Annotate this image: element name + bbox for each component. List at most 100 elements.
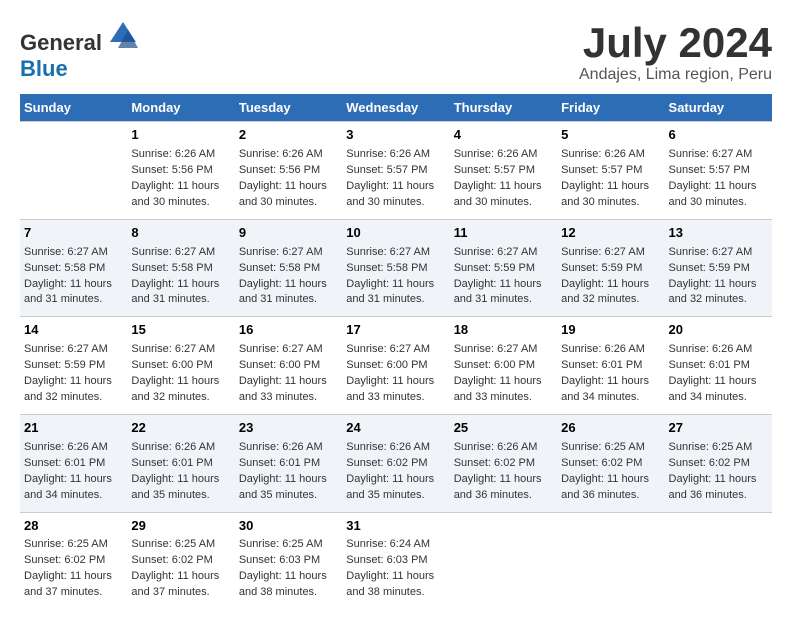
cell-info: Sunrise: 6:26 AMSunset: 5:56 PMDaylight:… — [239, 148, 327, 208]
day-number: 23 — [239, 419, 338, 438]
cell-info: Sunrise: 6:27 AMSunset: 6:00 PMDaylight:… — [131, 343, 219, 403]
calendar-cell: 8 Sunrise: 6:27 AMSunset: 5:58 PMDaylight… — [127, 219, 234, 317]
cell-info: Sunrise: 6:26 AMSunset: 6:01 PMDaylight:… — [239, 441, 327, 501]
header-day: Tuesday — [235, 94, 342, 122]
day-number: 6 — [669, 126, 768, 145]
day-number: 2 — [239, 126, 338, 145]
day-number: 29 — [131, 517, 230, 536]
day-number: 25 — [454, 419, 553, 438]
cell-info: Sunrise: 6:26 AMSunset: 6:01 PMDaylight:… — [24, 441, 112, 501]
day-number: 15 — [131, 321, 230, 340]
calendar-cell: 24 Sunrise: 6:26 AMSunset: 6:02 PMDayligh… — [342, 414, 449, 512]
day-number: 27 — [669, 419, 768, 438]
calendar-cell: 28 Sunrise: 6:25 AMSunset: 6:02 PMDayligh… — [20, 512, 127, 609]
cell-info: Sunrise: 6:26 AMSunset: 5:57 PMDaylight:… — [346, 148, 434, 208]
calendar-cell — [450, 512, 557, 609]
cell-info: Sunrise: 6:26 AMSunset: 6:01 PMDaylight:… — [561, 343, 649, 403]
cell-info: Sunrise: 6:25 AMSunset: 6:02 PMDaylight:… — [669, 441, 757, 501]
calendar-cell: 6 Sunrise: 6:27 AMSunset: 5:57 PMDaylight… — [665, 122, 772, 220]
header-row: SundayMondayTuesdayWednesdayThursdayFrid… — [20, 94, 772, 122]
header-day: Monday — [127, 94, 234, 122]
day-number: 14 — [24, 321, 123, 340]
cell-info: Sunrise: 6:27 AMSunset: 5:59 PMDaylight:… — [561, 246, 649, 306]
day-number: 7 — [24, 224, 123, 243]
day-number: 26 — [561, 419, 660, 438]
day-number: 10 — [346, 224, 445, 243]
week-row: 7 Sunrise: 6:27 AMSunset: 5:58 PMDaylight… — [20, 219, 772, 317]
logo: General Blue — [20, 20, 138, 82]
day-number: 30 — [239, 517, 338, 536]
day-number: 16 — [239, 321, 338, 340]
week-row: 14 Sunrise: 6:27 AMSunset: 5:59 PMDayligh… — [20, 317, 772, 415]
day-number: 8 — [131, 224, 230, 243]
calendar-cell: 7 Sunrise: 6:27 AMSunset: 5:58 PMDaylight… — [20, 219, 127, 317]
day-number: 9 — [239, 224, 338, 243]
cell-info: Sunrise: 6:27 AMSunset: 5:58 PMDaylight:… — [346, 246, 434, 306]
cell-info: Sunrise: 6:26 AMSunset: 5:57 PMDaylight:… — [454, 148, 542, 208]
cell-info: Sunrise: 6:27 AMSunset: 5:58 PMDaylight:… — [239, 246, 327, 306]
calendar-cell: 14 Sunrise: 6:27 AMSunset: 5:59 PMDayligh… — [20, 317, 127, 415]
header-day: Saturday — [665, 94, 772, 122]
calendar-cell: 1 Sunrise: 6:26 AMSunset: 5:56 PMDaylight… — [127, 122, 234, 220]
week-row: 21 Sunrise: 6:26 AMSunset: 6:01 PMDayligh… — [20, 414, 772, 512]
cell-info: Sunrise: 6:27 AMSunset: 5:59 PMDaylight:… — [669, 246, 757, 306]
header-day: Wednesday — [342, 94, 449, 122]
logo-text: General Blue — [20, 20, 138, 82]
cell-info: Sunrise: 6:25 AMSunset: 6:02 PMDaylight:… — [131, 538, 219, 598]
calendar-cell: 4Sunrise: 6:26 AMSunset: 5:57 PMDaylight… — [450, 122, 557, 220]
day-number: 20 — [669, 321, 768, 340]
calendar-cell: 26Sunrise: 6:25 AMSunset: 6:02 PMDayligh… — [557, 414, 664, 512]
day-number: 28 — [24, 517, 123, 536]
day-number: 21 — [24, 419, 123, 438]
cell-info: Sunrise: 6:27 AMSunset: 5:58 PMDaylight:… — [131, 246, 219, 306]
main-title: July 2024 — [579, 20, 772, 66]
week-row: 1 Sunrise: 6:26 AMSunset: 5:56 PMDaylight… — [20, 122, 772, 220]
day-number: 5 — [561, 126, 660, 145]
calendar-cell: 18Sunrise: 6:27 AMSunset: 6:00 PMDayligh… — [450, 317, 557, 415]
cell-info: Sunrise: 6:27 AMSunset: 6:00 PMDaylight:… — [239, 343, 327, 403]
cell-info: Sunrise: 6:24 AMSunset: 6:03 PMDaylight:… — [346, 538, 434, 598]
logo-icon — [108, 20, 138, 50]
calendar-cell: 15 Sunrise: 6:27 AMSunset: 6:00 PMDayligh… — [127, 317, 234, 415]
day-number: 18 — [454, 321, 553, 340]
day-number: 19 — [561, 321, 660, 340]
day-number: 31 — [346, 517, 445, 536]
page-header: General Blue July 2024 Andajes, Lima reg… — [20, 20, 772, 84]
calendar-cell: 13 Sunrise: 6:27 AMSunset: 5:59 PMDayligh… — [665, 219, 772, 317]
day-number: 13 — [669, 224, 768, 243]
week-row: 28 Sunrise: 6:25 AMSunset: 6:02 PMDayligh… — [20, 512, 772, 609]
cell-info: Sunrise: 6:26 AMSunset: 6:02 PMDaylight:… — [454, 441, 542, 501]
cell-info: Sunrise: 6:26 AMSunset: 5:56 PMDaylight:… — [131, 148, 219, 208]
cell-info: Sunrise: 6:25 AMSunset: 6:03 PMDaylight:… — [239, 538, 327, 598]
title-block: July 2024 Andajes, Lima region, Peru — [579, 20, 772, 84]
calendar-cell: 21 Sunrise: 6:26 AMSunset: 6:01 PMDayligh… — [20, 414, 127, 512]
cell-info: Sunrise: 6:25 AMSunset: 6:02 PMDaylight:… — [24, 538, 112, 598]
header-day: Thursday — [450, 94, 557, 122]
calendar-cell: 2 Sunrise: 6:26 AMSunset: 5:56 PMDaylight… — [235, 122, 342, 220]
day-number: 24 — [346, 419, 445, 438]
day-number: 1 — [131, 126, 230, 145]
day-number: 11 — [454, 224, 553, 243]
calendar-cell: 11Sunrise: 6:27 AMSunset: 5:59 PMDayligh… — [450, 219, 557, 317]
cell-info: Sunrise: 6:27 AMSunset: 5:58 PMDaylight:… — [24, 246, 112, 306]
calendar-cell: 16 Sunrise: 6:27 AMSunset: 6:00 PMDayligh… — [235, 317, 342, 415]
day-number: 22 — [131, 419, 230, 438]
calendar-cell: 20Sunrise: 6:26 AMSunset: 6:01 PMDayligh… — [665, 317, 772, 415]
cell-info: Sunrise: 6:27 AMSunset: 5:59 PMDaylight:… — [24, 343, 112, 403]
cell-info: Sunrise: 6:27 AMSunset: 6:00 PMDaylight:… — [346, 343, 434, 403]
calendar-cell: 12 Sunrise: 6:27 AMSunset: 5:59 PMDayligh… — [557, 219, 664, 317]
calendar-cell: 27 Sunrise: 6:25 AMSunset: 6:02 PMDayligh… — [665, 414, 772, 512]
header-day: Friday — [557, 94, 664, 122]
calendar-cell: 3 Sunrise: 6:26 AMSunset: 5:57 PMDaylight… — [342, 122, 449, 220]
calendar-cell: 5Sunrise: 6:26 AMSunset: 5:57 PMDaylight… — [557, 122, 664, 220]
cell-info: Sunrise: 6:27 AMSunset: 5:57 PMDaylight:… — [669, 148, 757, 208]
calendar-cell: 17 Sunrise: 6:27 AMSunset: 6:00 PMDayligh… — [342, 317, 449, 415]
day-number: 12 — [561, 224, 660, 243]
cell-info: Sunrise: 6:26 AMSunset: 6:02 PMDaylight:… — [346, 441, 434, 501]
logo-blue: Blue — [20, 56, 68, 81]
calendar-cell: 22Sunrise: 6:26 AMSunset: 6:01 PMDayligh… — [127, 414, 234, 512]
day-number: 3 — [346, 126, 445, 145]
calendar-cell: 9 Sunrise: 6:27 AMSunset: 5:58 PMDaylight… — [235, 219, 342, 317]
calendar-cell: 23 Sunrise: 6:26 AMSunset: 6:01 PMDayligh… — [235, 414, 342, 512]
day-number: 17 — [346, 321, 445, 340]
